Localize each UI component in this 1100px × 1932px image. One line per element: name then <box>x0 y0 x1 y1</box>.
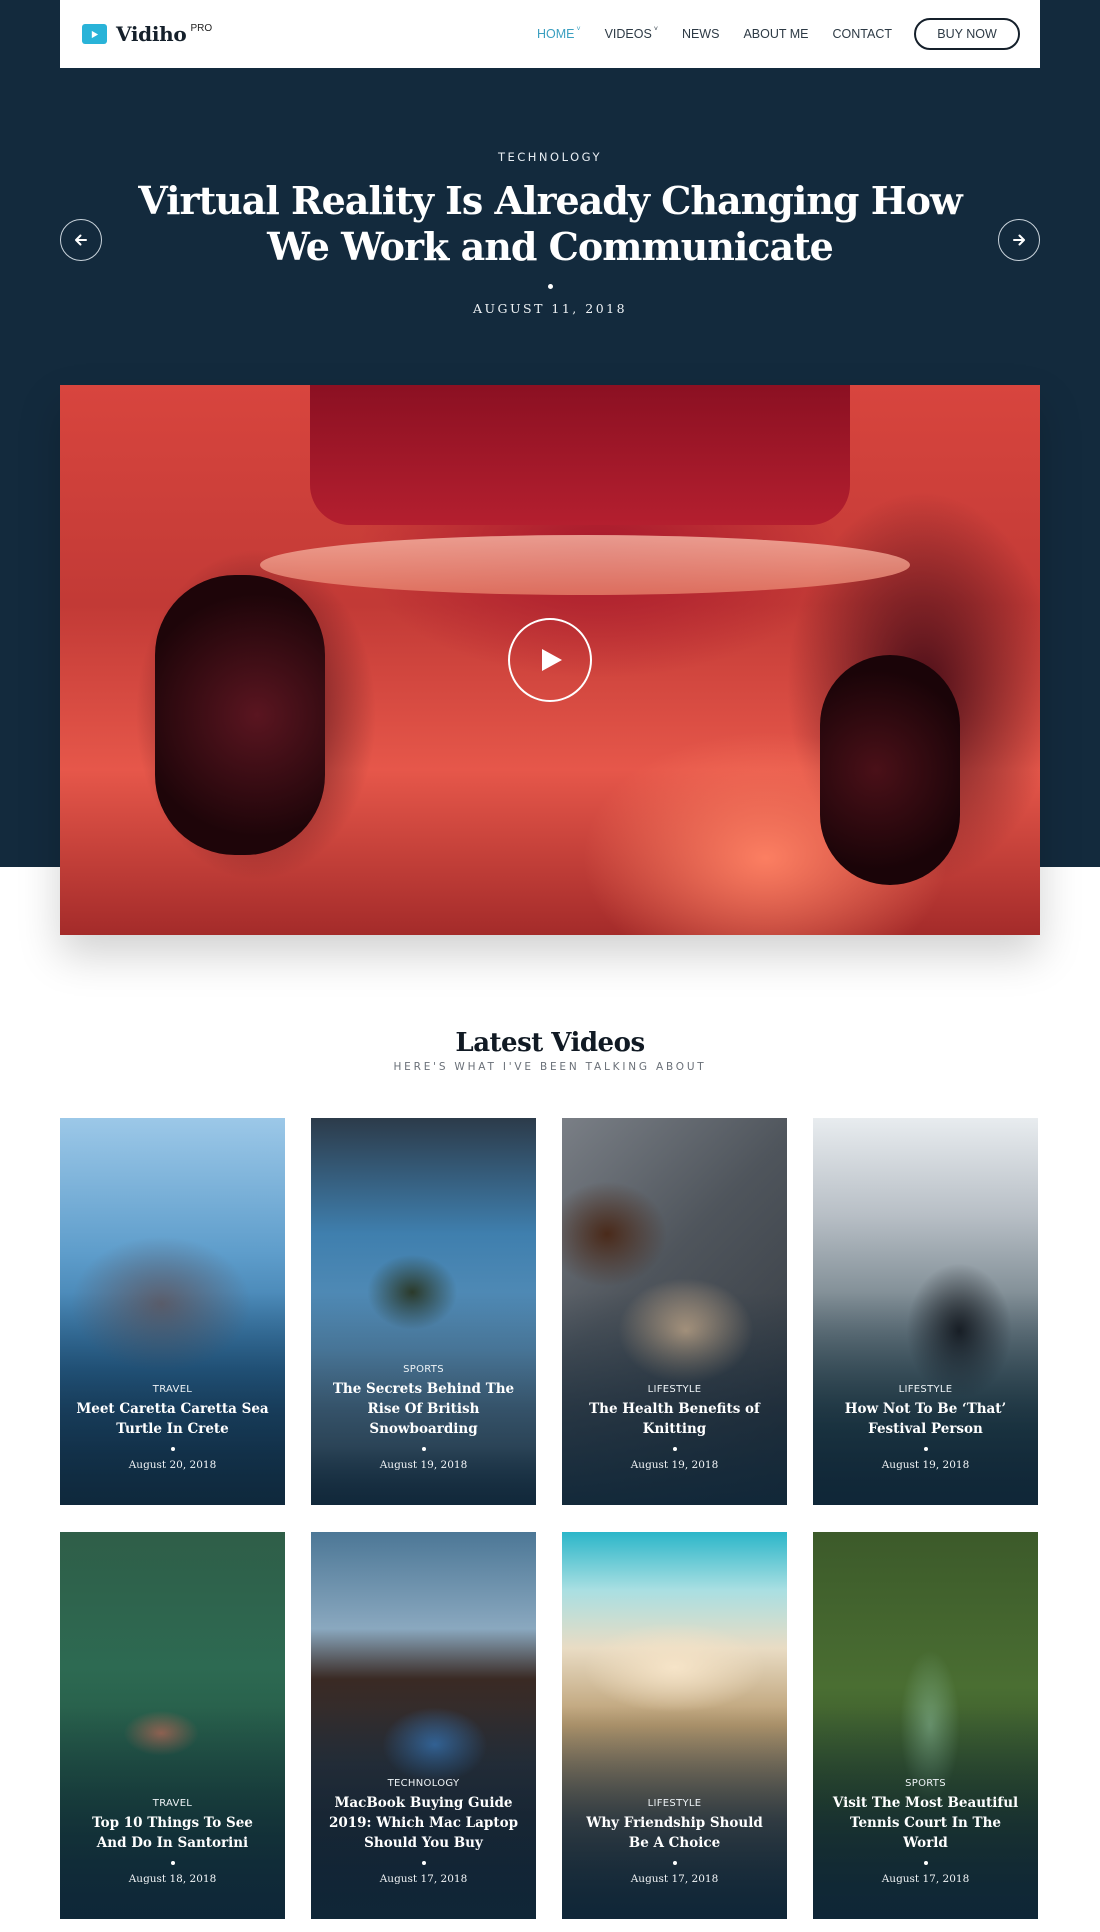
card-content: SPORTS The Secrets Behind The Rise Of Br… <box>321 1364 526 1471</box>
vr-strap-shape <box>260 535 910 595</box>
video-card[interactable]: TECHNOLOGY MacBook Buying Guide 2019: Wh… <box>311 1532 536 1919</box>
nav-label: CONTACT <box>832 27 893 41</box>
hero-video-thumbnail[interactable] <box>60 385 1040 935</box>
card-content: LIFESTYLE How Not To Be ‘That’ Festival … <box>823 1384 1028 1471</box>
card-content: TRAVEL Meet Caretta Caretta Sea Turtle I… <box>70 1384 275 1471</box>
card-content: TRAVEL Top 10 Things To See And Do In Sa… <box>70 1798 275 1885</box>
video-card[interactable]: TRAVEL Meet Caretta Caretta Sea Turtle I… <box>60 1118 285 1505</box>
logo[interactable]: Vidiho PRO <box>82 22 212 46</box>
separator-dot <box>421 1447 426 1451</box>
card-content: SPORTS Visit The Most Beautiful Tennis C… <box>823 1778 1028 1885</box>
nav-label: NEWS <box>681 27 720 41</box>
card-category[interactable]: SPORTS <box>823 1778 1028 1789</box>
chevron-down-icon: ˅ <box>576 26 581 33</box>
separator-dot <box>421 1861 426 1865</box>
separator-dot <box>547 284 553 289</box>
card-category[interactable]: LIFESTYLE <box>572 1798 777 1809</box>
nav-item-about-me[interactable]: ABOUT ME <box>743 27 808 41</box>
card-title[interactable]: The Secrets Behind The Rise Of British S… <box>321 1379 526 1439</box>
video-card[interactable]: SPORTS The Secrets Behind The Rise Of Br… <box>311 1118 536 1505</box>
card-content: LIFESTYLE The Health Benefits of Knittin… <box>572 1384 777 1471</box>
separator-dot <box>923 1447 928 1451</box>
arrow-left-icon <box>75 234 87 246</box>
separator-dot <box>923 1861 928 1865</box>
play-logo-icon <box>82 24 107 44</box>
latest-videos-header: Latest Videos HERE'S WHAT I'VE BEEN TALK… <box>0 1028 1100 1073</box>
card-title[interactable]: Top 10 Things To See And Do In Santorini <box>70 1813 275 1853</box>
site-header: Vidiho PRO HOME ˅ VIDEOS ˅ NEWS ABOUT ME… <box>60 0 1040 68</box>
hero-category[interactable]: TECHNOLOGY <box>110 150 990 164</box>
separator-dot <box>170 1447 175 1451</box>
card-category[interactable]: TRAVEL <box>70 1798 275 1809</box>
card-title[interactable]: Visit The Most Beautiful Tennis Court In… <box>823 1793 1028 1853</box>
section-title: Latest Videos <box>455 1028 645 1058</box>
hero-date: AUGUST 11, 2018 <box>472 301 628 316</box>
card-title[interactable]: MacBook Buying Guide 2019: Which Mac Lap… <box>321 1793 526 1853</box>
card-category[interactable]: LIFESTYLE <box>572 1384 777 1395</box>
nav-label: VIDEOS <box>604 27 652 41</box>
separator-dot <box>672 1447 677 1451</box>
card-category[interactable]: TECHNOLOGY <box>321 1778 526 1789</box>
nav-item-videos[interactable]: VIDEOS ˅ <box>604 26 658 41</box>
card-title[interactable]: Why Friendship Should Be A Choice <box>572 1813 777 1853</box>
nav-label: ABOUT ME <box>743 27 809 41</box>
card-category[interactable]: LIFESTYLE <box>823 1384 1028 1395</box>
nav-item-news[interactable]: NEWS <box>682 27 720 41</box>
video-card[interactable]: TRAVEL Top 10 Things To See And Do In Sa… <box>60 1532 285 1919</box>
hero-post: TECHNOLOGY Virtual Reality Is Already Ch… <box>110 150 990 316</box>
brand-badge: PRO <box>190 22 213 34</box>
card-category[interactable]: TRAVEL <box>70 1384 275 1395</box>
video-grid: TRAVEL Meet Caretta Caretta Sea Turtle I… <box>60 1118 1040 1919</box>
video-card[interactable]: SPORTS Visit The Most Beautiful Tennis C… <box>813 1532 1038 1919</box>
play-button[interactable] <box>508 618 592 702</box>
video-card[interactable]: LIFESTYLE How Not To Be ‘That’ Festival … <box>813 1118 1038 1505</box>
card-date: August 19, 2018 <box>881 1459 970 1471</box>
section-subtitle: HERE'S WHAT I'VE BEEN TALKING ABOUT <box>393 1061 707 1073</box>
play-icon <box>542 649 562 671</box>
separator-dot <box>170 1861 175 1865</box>
separator-dot <box>672 1861 677 1865</box>
card-title[interactable]: Meet Caretta Caretta Sea Turtle In Crete <box>70 1399 275 1439</box>
slider-next-button[interactable] <box>998 219 1040 261</box>
card-date: August 19, 2018 <box>630 1459 719 1471</box>
nav-item-home[interactable]: HOME ˅ <box>537 26 581 41</box>
card-date: August 18, 2018 <box>128 1873 217 1885</box>
headphone-shape <box>155 575 325 855</box>
card-date: August 17, 2018 <box>630 1873 719 1885</box>
slider-prev-button[interactable] <box>60 219 102 261</box>
card-date: August 17, 2018 <box>881 1873 970 1885</box>
card-category[interactable]: SPORTS <box>321 1364 526 1375</box>
hero-title[interactable]: Virtual Reality Is Already Changing How … <box>110 178 990 270</box>
card-content: TECHNOLOGY MacBook Buying Guide 2019: Wh… <box>321 1778 526 1885</box>
card-date: August 17, 2018 <box>379 1873 468 1885</box>
card-date: August 19, 2018 <box>379 1459 468 1471</box>
nav-item-contact[interactable]: CONTACT <box>833 27 893 41</box>
card-title[interactable]: How Not To Be ‘That’ Festival Person <box>823 1399 1028 1439</box>
main-nav: HOME ˅ VIDEOS ˅ NEWS ABOUT ME CONTACT BU… <box>513 0 1020 68</box>
card-date: August 20, 2018 <box>128 1459 217 1471</box>
vr-headset-shape <box>310 385 850 525</box>
arrow-right-icon <box>1013 234 1025 246</box>
card-content: LIFESTYLE Why Friendship Should Be A Cho… <box>572 1798 777 1885</box>
nav-label: HOME <box>537 27 575 41</box>
buy-now-button[interactable]: BUY NOW <box>914 18 1020 50</box>
chevron-down-icon: ˅ <box>653 26 658 33</box>
headphone-shape <box>820 655 960 885</box>
card-title[interactable]: The Health Benefits of Knitting <box>572 1399 777 1439</box>
video-card[interactable]: LIFESTYLE Why Friendship Should Be A Cho… <box>562 1532 787 1919</box>
brand-name: Vidiho <box>116 22 187 46</box>
video-card[interactable]: LIFESTYLE The Health Benefits of Knittin… <box>562 1118 787 1505</box>
